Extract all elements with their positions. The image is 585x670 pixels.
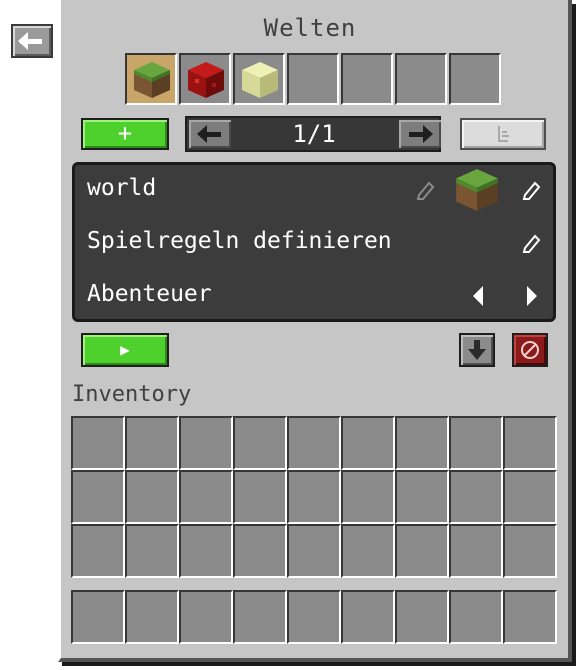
world-icon-slot-empty[interactable]	[287, 53, 339, 105]
hotbar-slot[interactable]	[71, 590, 125, 644]
gamemode-next-icon[interactable]	[525, 286, 539, 306]
inventory-slot[interactable]	[71, 416, 125, 470]
inventory-slot[interactable]	[395, 470, 449, 524]
inventory-slot[interactable]	[449, 470, 503, 524]
inventory-slot[interactable]	[125, 524, 179, 578]
hotbar	[71, 590, 557, 644]
hotbar-slot[interactable]	[341, 590, 395, 644]
world-list-button[interactable]	[460, 118, 546, 150]
inventory-slot[interactable]	[287, 416, 341, 470]
inventory-slot[interactable]	[233, 524, 287, 578]
inventory-slot[interactable]	[179, 524, 233, 578]
hotbar-slot[interactable]	[503, 590, 557, 644]
gamemode-label: Abenteuer	[87, 281, 212, 307]
world-icon-slot-empty[interactable]	[449, 53, 501, 105]
hotbar-slot[interactable]	[233, 590, 287, 644]
inventory-slot[interactable]	[287, 524, 341, 578]
inventory-label: Inventory	[72, 382, 192, 407]
inventory-slot[interactable]	[503, 524, 557, 578]
inventory-slot[interactable]	[125, 416, 179, 470]
world-name-label: world	[87, 175, 157, 201]
gamemode-prev-icon[interactable]	[471, 286, 485, 306]
edit-gamerules-icon[interactable]	[521, 232, 543, 254]
world-icon-slot-redstone[interactable]	[179, 53, 231, 105]
end-stone-block-icon	[242, 62, 278, 98]
world-icon-preview[interactable]	[455, 168, 499, 212]
inventory-slot[interactable]	[341, 524, 395, 578]
arrow-right-icon	[409, 125, 433, 143]
download-button[interactable]	[459, 333, 495, 367]
next-page-button[interactable]	[399, 120, 441, 148]
gamerules-label[interactable]: Spielregeln definieren	[87, 228, 392, 254]
list-icon	[498, 126, 509, 142]
download-icon	[468, 340, 486, 360]
world-icon-slot-endstone[interactable]	[233, 53, 285, 105]
world-icon-slot-empty[interactable]	[341, 53, 393, 105]
inventory-slot[interactable]	[125, 470, 179, 524]
play-button[interactable]: ▶	[81, 333, 169, 367]
edit-icon[interactable]	[521, 179, 543, 201]
hotbar-slot[interactable]	[395, 590, 449, 644]
inventory-slot[interactable]	[71, 524, 125, 578]
inventory-slot[interactable]	[395, 416, 449, 470]
page-selector: 1/1	[185, 116, 441, 152]
inventory-grid	[71, 416, 557, 578]
hotbar-slot[interactable]	[179, 590, 233, 644]
inventory-slot[interactable]	[449, 416, 503, 470]
edit-name-icon-disabled[interactable]	[415, 179, 437, 201]
inventory-slot[interactable]	[341, 416, 395, 470]
inventory-slot[interactable]	[179, 470, 233, 524]
grass-block-icon	[134, 62, 170, 98]
arrow-left-icon	[197, 125, 221, 143]
inventory-slot[interactable]	[287, 470, 341, 524]
world-settings-panel: world Spielregeln definieren Abenteuer	[72, 162, 556, 322]
inventory-slot[interactable]	[449, 524, 503, 578]
hotbar-slot[interactable]	[125, 590, 179, 644]
hotbar-slot[interactable]	[449, 590, 503, 644]
inventory-slot[interactable]	[233, 470, 287, 524]
world-icon-slot-grass[interactable]	[125, 53, 177, 105]
inventory-slot[interactable]	[179, 416, 233, 470]
page-indicator: 1/1	[292, 120, 336, 148]
inventory-slot[interactable]	[503, 470, 557, 524]
inventory-slot[interactable]	[71, 470, 125, 524]
inventory-slot[interactable]	[503, 416, 557, 470]
inventory-slot[interactable]	[395, 524, 449, 578]
add-world-button[interactable]: +	[81, 118, 169, 150]
world-icon-slot-empty[interactable]	[395, 53, 447, 105]
prev-page-button[interactable]	[189, 120, 231, 148]
delete-icon	[521, 341, 539, 359]
inventory-slot[interactable]	[341, 470, 395, 524]
inventory-slot[interactable]	[233, 416, 287, 470]
delete-button[interactable]	[512, 333, 548, 367]
redstone-block-icon	[188, 62, 224, 98]
hotbar-slot[interactable]	[287, 590, 341, 644]
page-title: Welten	[263, 14, 357, 42]
